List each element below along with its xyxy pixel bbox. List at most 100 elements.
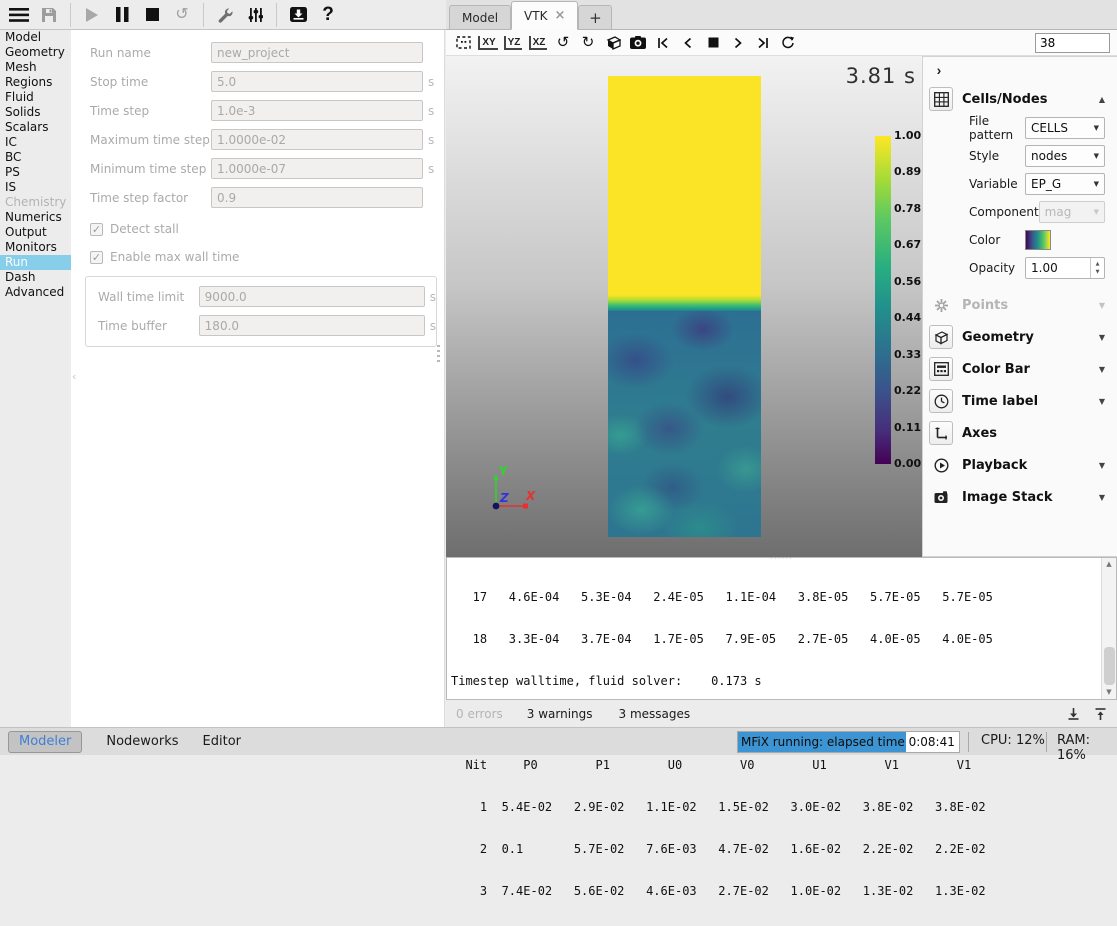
prev-frame-button[interactable] <box>676 32 700 54</box>
nav-item-mesh[interactable]: Mesh <box>0 60 71 75</box>
section-geometry[interactable]: Geometry ▼ <box>929 325 1117 349</box>
nav-item-run[interactable]: Run <box>0 255 71 270</box>
scroll-to-bottom-icon[interactable] <box>1067 707 1080 721</box>
spin-up-icon[interactable]: ▲ <box>1096 261 1100 267</box>
max-time-step-input[interactable] <box>211 129 423 150</box>
reset-button[interactable]: ↺ <box>168 2 196 28</box>
stop-time-input[interactable] <box>211 71 423 92</box>
opacity-spinbox[interactable]: 1.00 ▲ ▼ <box>1025 257 1105 279</box>
collapse-arrow-icon[interactable]: ▼ <box>1099 333 1105 342</box>
nav-item-is[interactable]: IS <box>0 180 71 195</box>
scrollbar-thumb[interactable] <box>1104 647 1115 685</box>
build-button[interactable] <box>211 2 239 28</box>
min-time-step-input[interactable] <box>211 158 423 179</box>
nav-item-monitors[interactable]: Monitors <box>0 240 71 255</box>
export-button[interactable] <box>284 2 312 28</box>
enable-max-wall-time-checkbox[interactable]: ✓ <box>90 251 103 264</box>
menu-button[interactable] <box>5 2 33 28</box>
time-step-factor-input[interactable] <box>211 187 423 208</box>
perspective-button[interactable] <box>601 32 625 54</box>
section-cells-nodes[interactable]: Cells/Nodes ▲ <box>929 87 1117 111</box>
clock-icon[interactable] <box>929 389 953 413</box>
section-axes[interactable]: Axes <box>929 421 1117 445</box>
messages-count[interactable]: 3 messages <box>619 707 691 721</box>
nav-item-dash[interactable]: Dash <box>0 270 71 285</box>
save-button[interactable] <box>35 2 63 28</box>
section-playback[interactable]: Playback ▼ <box>929 453 1117 477</box>
nav-item-numerics[interactable]: Numerics <box>0 210 71 225</box>
stop-playback-button[interactable] <box>701 32 725 54</box>
collapse-arrow-icon[interactable]: ▼ <box>1099 365 1105 374</box>
nav-item-output[interactable]: Output <box>0 225 71 240</box>
file-pattern-select[interactable]: CELLS ▼ <box>1025 117 1105 139</box>
panel-collapse-handle[interactable]: ‹ <box>72 370 76 383</box>
snapshot-button[interactable] <box>626 32 650 54</box>
wall-time-limit-input[interactable] <box>199 286 425 307</box>
spin-down-icon[interactable]: ▼ <box>1096 269 1100 275</box>
vertical-splitter[interactable] <box>437 345 440 365</box>
nav-item-fluid[interactable]: Fluid <box>0 90 71 105</box>
errors-count[interactable]: 0 errors <box>456 707 503 721</box>
spinner-arrows[interactable]: ▲ ▼ <box>1090 258 1104 278</box>
collapse-arrow-icon[interactable]: ▼ <box>1099 397 1105 406</box>
help-button[interactable]: ? <box>314 2 342 28</box>
pause-button[interactable] <box>108 2 136 28</box>
next-frame-button[interactable] <box>726 32 750 54</box>
time-step-input[interactable] <box>211 100 423 121</box>
scroll-down-icon[interactable]: ▼ <box>1102 686 1116 699</box>
tab-model[interactable]: Model <box>449 5 511 29</box>
nav-item-bc[interactable]: BC <box>0 150 71 165</box>
horizontal-splitter[interactable]: ······ <box>770 554 793 564</box>
tab-new-button[interactable]: + <box>578 5 612 29</box>
scroll-to-top-icon[interactable] <box>1094 707 1107 721</box>
detect-stall-checkbox[interactable]: ✓ <box>90 223 103 236</box>
first-frame-button[interactable] <box>651 32 675 54</box>
rotate-left-button[interactable]: ↺ <box>551 32 575 54</box>
section-time-label[interactable]: Time label ▼ <box>929 389 1117 413</box>
collapse-arrow-icon[interactable]: ▼ <box>1099 461 1105 470</box>
view-yz-button[interactable]: YZ <box>501 32 525 54</box>
time-buffer-input[interactable] <box>199 315 425 336</box>
nav-item-geometry[interactable]: Geometry <box>0 45 71 60</box>
solver-console[interactable]: ······ 17 4.6E-04 5.3E-04 2.4E-05 1.1E-0… <box>446 557 1117 700</box>
run-name-input[interactable] <box>211 42 423 63</box>
mode-tab-modeler[interactable]: Modeler <box>8 731 82 753</box>
tab-close-icon[interactable]: × <box>554 9 565 22</box>
grid-icon[interactable] <box>929 87 953 111</box>
rotate-right-button[interactable]: ↻ <box>576 32 600 54</box>
warnings-count[interactable]: 3 warnings <box>527 707 593 721</box>
nav-item-ic[interactable]: IC <box>0 135 71 150</box>
run-button[interactable] <box>78 2 106 28</box>
nav-item-ps[interactable]: PS <box>0 165 71 180</box>
section-image-stack[interactable]: Image Stack ▼ <box>929 485 1117 509</box>
reset-view-button[interactable] <box>451 32 475 54</box>
scroll-up-icon[interactable]: ▲ <box>1102 558 1116 571</box>
geometry-icon[interactable] <box>929 325 953 349</box>
view-xz-button[interactable]: XZ <box>526 32 550 54</box>
color-bar-icon[interactable] <box>929 357 953 381</box>
colormap-swatch-button[interactable] <box>1025 230 1051 250</box>
section-points[interactable]: Points ▼ <box>929 293 1117 317</box>
mode-tab-editor[interactable]: Editor <box>203 734 241 749</box>
loop-playback-button[interactable] <box>776 32 800 54</box>
frame-number-input[interactable] <box>1035 33 1110 53</box>
last-frame-button[interactable] <box>751 32 775 54</box>
style-select[interactable]: nodes ▼ <box>1025 145 1105 167</box>
view-xy-button[interactable]: XY <box>476 32 500 54</box>
section-color-bar[interactable]: Color Bar ▼ <box>929 357 1117 381</box>
mode-tab-nodeworks[interactable]: Nodeworks <box>106 734 178 749</box>
tab-vtk[interactable]: VTK × <box>511 1 578 30</box>
nav-item-advanced[interactable]: Advanced <box>0 285 71 300</box>
collapse-arrow-icon[interactable]: ▼ <box>1099 493 1105 502</box>
variable-select[interactable]: EP_G ▼ <box>1025 173 1105 195</box>
nav-item-solids[interactable]: Solids <box>0 105 71 120</box>
nav-item-scalars[interactable]: Scalars <box>0 120 71 135</box>
settings-button[interactable] <box>241 2 269 28</box>
nav-item-model[interactable]: Model <box>0 30 71 45</box>
panel-expand-button[interactable]: › <box>929 61 949 79</box>
stop-button[interactable] <box>138 2 166 28</box>
collapse-arrow-icon[interactable]: ▲ <box>1099 95 1105 104</box>
nav-item-regions[interactable]: Regions <box>0 75 71 90</box>
vtk-render-view[interactable]: 3.81 s 1.00 0.89 0.78 0.67 0.56 0.44 0.3… <box>446 56 922 557</box>
axes-icon[interactable] <box>929 421 953 445</box>
